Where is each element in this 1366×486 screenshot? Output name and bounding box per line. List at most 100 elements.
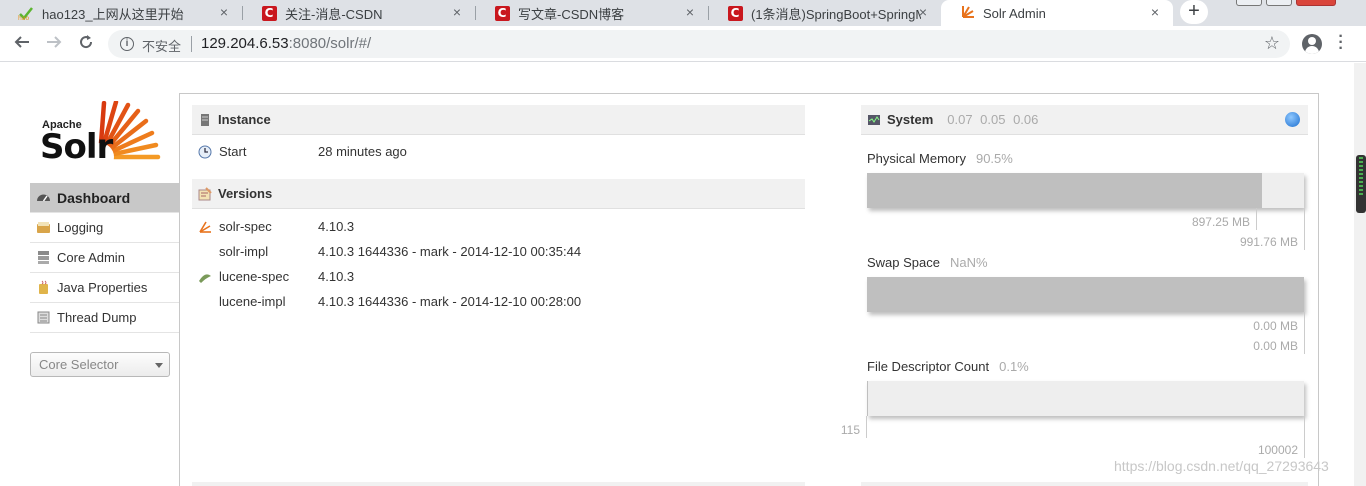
close-icon[interactable]: ×: [216, 4, 232, 20]
csdn-icon: C: [261, 5, 277, 21]
refresh-icon[interactable]: [1285, 112, 1300, 127]
hao123-icon: hao: [18, 5, 34, 21]
chevron-down-icon: [155, 363, 163, 368]
start-value: 28 minutes ago: [318, 144, 407, 159]
core-selector-dropdown[interactable]: Core Selector: [30, 352, 170, 377]
new-tab-button[interactable]: +: [1180, 0, 1208, 24]
close-icon[interactable]: ×: [449, 4, 465, 20]
instance-title: Instance: [218, 112, 271, 127]
page-scrollbar[interactable]: [1354, 63, 1366, 486]
csdn-icon: C: [494, 5, 510, 21]
back-icon[interactable]: [10, 33, 34, 55]
tab-csdn-follow[interactable]: C 关注-消息-CSDN ×: [243, 0, 475, 26]
physical-memory-total: 991.76 MB: [1239, 235, 1298, 249]
close-icon[interactable]: ×: [915, 4, 931, 20]
version-label: solr-impl: [219, 244, 269, 259]
next-section-header: [861, 482, 1308, 486]
instance-icon: [201, 113, 209, 126]
swap-space-label: Swap Space: [867, 255, 940, 270]
clock-icon: [198, 145, 212, 159]
instance-header: Instance: [192, 105, 805, 135]
bookmark-star-icon[interactable]: ☆: [1264, 33, 1280, 54]
sidebar-item-label: Thread Dump: [57, 310, 137, 325]
physical-memory-title: Physical Memory 90.5%: [867, 151, 1013, 166]
system-header: System 0.07 0.05 0.06: [861, 105, 1308, 135]
file-descriptor-bar: [867, 381, 1304, 416]
reload-icon[interactable]: [74, 33, 98, 55]
sidebar-item-label: Dashboard: [57, 189, 131, 206]
minimize-button[interactable]: [1236, 0, 1262, 6]
physical-memory-label: Physical Memory: [867, 151, 966, 166]
version-value: 4.10.3: [318, 269, 355, 284]
window-controls: [1236, 0, 1336, 6]
versions-title: Versions: [218, 186, 273, 201]
core-admin-icon: [38, 251, 49, 264]
logging-icon: [37, 222, 50, 233]
versions-header: Versions: [192, 179, 805, 209]
system-monitor-icon: [868, 114, 880, 125]
lucene-icon: [199, 274, 211, 283]
scrollbar-thumb[interactable]: [1356, 155, 1366, 213]
file-descriptor-percent: 0.1%: [999, 359, 1029, 374]
swap-space-percent: NaN%: [950, 255, 988, 270]
address-bar[interactable]: i 不安全 129.204.6.53:8080/solr/#/ ☆: [108, 30, 1290, 58]
tab-solr-admin[interactable]: Solr Admin ×: [941, 0, 1173, 26]
close-icon[interactable]: ×: [1147, 4, 1163, 20]
sidebar-item-thread-dump[interactable]: Thread Dump: [30, 303, 180, 333]
tab-hao123[interactable]: hao hao123_上网从这里开始 ×: [0, 0, 242, 26]
sidebar-item-java-properties[interactable]: Java Properties: [30, 273, 180, 303]
profile-avatar-icon[interactable]: [1302, 34, 1322, 54]
forward-icon[interactable]: [42, 33, 66, 55]
version-row: solr-impl 4.10.3 1644336 - mark - 2014-1…: [192, 242, 805, 262]
physical-memory-bar-fill: [867, 173, 1263, 208]
maximize-button[interactable]: [1266, 0, 1292, 6]
tab-csdn-write[interactable]: C 写文章-CSDN博客 ×: [476, 0, 708, 26]
next-section-header: [192, 482, 805, 486]
version-value: 4.10.3 1644336 - mark - 2014-12-10 00:28…: [318, 294, 582, 309]
tab-label: 写文章-CSDN博客: [518, 6, 625, 22]
tab-label: 关注-消息-CSDN: [285, 6, 383, 22]
swap-space-bar-fill: [867, 277, 1304, 312]
tab-csdn-springboot[interactable]: C (1条消息)SpringBoot+SpringMVC ×: [709, 0, 941, 26]
divider: [1256, 208, 1257, 230]
solr-admin-page: Apache Solr Dashboard Logging Core Admin…: [0, 63, 1366, 486]
dashboard-icon: [37, 194, 50, 202]
version-row: lucene-spec 4.10.3: [192, 267, 805, 287]
watermark: https://blog.csdn.net/qq_27293643: [1114, 458, 1329, 474]
tab-label: Solr Admin: [983, 5, 1046, 21]
system-title: System: [887, 112, 934, 127]
logo-solr-text: Solr: [40, 127, 113, 167]
info-icon[interactable]: i: [120, 37, 134, 51]
divider: [1304, 416, 1305, 458]
version-label: lucene-impl: [219, 294, 286, 309]
more-menu-icon[interactable]: · · ·: [1336, 29, 1346, 57]
sidebar-item-label: Core Admin: [57, 250, 125, 265]
solr-icon: [959, 5, 975, 21]
url-text[interactable]: 129.204.6.53:8080/solr/#/: [201, 35, 371, 52]
sidebar-item-dashboard[interactable]: Dashboard: [30, 183, 180, 213]
dashboard-content: Instance Start 28 minutes ago Versions s…: [179, 93, 1319, 486]
thread-dump-icon: [37, 311, 50, 324]
version-value: 4.10.3 1644336 - mark - 2014-12-10 00:35…: [318, 244, 582, 259]
sidebar-item-core-admin[interactable]: Core Admin: [30, 243, 180, 273]
version-row: solr-spec 4.10.3: [192, 217, 805, 237]
divider: [866, 416, 867, 438]
tab-label: (1条消息)SpringBoot+SpringMVC: [751, 6, 921, 22]
csdn-icon: C: [727, 5, 743, 21]
svg-text:hao: hao: [18, 15, 29, 21]
security-label[interactable]: 不安全: [142, 36, 181, 55]
solr-logo[interactable]: Apache Solr: [40, 101, 165, 167]
physical-memory-used: 897.25 MB: [1191, 215, 1250, 229]
window-close-button[interactable]: [1296, 0, 1336, 6]
tab-strip: hao hao123_上网从这里开始 × C 关注-消息-CSDN × C 写文…: [0, 0, 1366, 26]
swap-space-used: 0.00 MB: [1253, 319, 1298, 333]
browser-toolbar: i 不安全 129.204.6.53:8080/solr/#/ ☆ · · ·: [0, 26, 1366, 62]
swap-space-total: 0.00 MB: [1253, 339, 1298, 353]
system-load-averages: 0.07 0.05 0.06: [947, 112, 1039, 127]
close-icon[interactable]: ×: [682, 4, 698, 20]
sidebar-item-label: Logging: [57, 220, 104, 235]
physical-memory-bar: [867, 173, 1304, 208]
url-host: 129.204.6.53: [201, 35, 289, 52]
url-path: :8080/solr/#/: [288, 35, 372, 52]
sidebar-item-logging[interactable]: Logging: [30, 213, 180, 243]
